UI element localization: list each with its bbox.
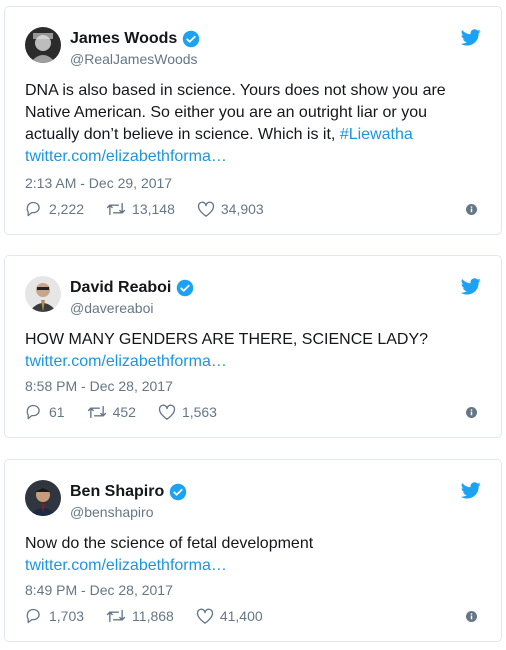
info-icon[interactable]: [466, 611, 477, 622]
like-count: 34,903: [220, 201, 264, 217]
reply-icon: [26, 201, 40, 217]
retweet-icon: [106, 609, 126, 623]
reply-count: 1,703: [49, 608, 85, 624]
like-button[interactable]: 1,563: [158, 404, 217, 420]
display-name[interactable]: David Reaboi: [70, 279, 171, 297]
reply-count: 61: [49, 404, 65, 420]
like-count: 41,400: [219, 608, 263, 624]
handle[interactable]: @benshapiro: [70, 504, 154, 520]
tweet-text: Now do the science of fetal development: [25, 535, 314, 552]
timestamp[interactable]: 8:49 PM - Dec 28, 2017: [25, 582, 173, 598]
avatar[interactable]: [25, 27, 61, 63]
retweet-count: 452: [112, 404, 136, 420]
info-icon[interactable]: [466, 204, 477, 215]
tweet-card[interactable]: Ben Shapiro @benshapiro Now do the scien…: [4, 459, 502, 642]
retweet-button[interactable]: 11,868: [106, 608, 174, 624]
avatar[interactable]: [25, 276, 61, 312]
like-count: 1,563: [181, 404, 217, 420]
retweet-button[interactable]: 452: [87, 404, 136, 420]
hashtag-link[interactable]: #Liewatha: [340, 126, 413, 143]
action-bar: 61 452 1,563: [25, 404, 239, 420]
timestamp[interactable]: 2:13 AM - Dec 29, 2017: [25, 175, 172, 191]
like-icon: [196, 608, 214, 624]
reply-icon: [26, 404, 40, 420]
tweet-link[interactable]: twitter.com/elizabethforma…: [25, 351, 227, 373]
tweet-card[interactable]: David Reaboi @davereaboi HOW MANY GENDER…: [4, 255, 502, 438]
reply-button[interactable]: 1,703: [25, 608, 84, 624]
reply-count: 2,222: [49, 201, 85, 217]
like-icon: [197, 201, 215, 217]
twitter-bird-icon[interactable]: [461, 278, 481, 295]
retweet-count: 13,148: [132, 201, 175, 217]
like-button[interactable]: 34,903: [197, 201, 264, 217]
verified-badge-icon: [183, 30, 200, 48]
tweet-link[interactable]: twitter.com/elizabethforma…: [25, 146, 227, 168]
twitter-bird-icon[interactable]: [461, 482, 481, 499]
retweet-icon: [87, 405, 106, 419]
reply-button[interactable]: 61: [25, 404, 65, 420]
tweet-text: DNA is also based in science. Yours does…: [25, 80, 481, 146]
avatar[interactable]: [25, 480, 61, 516]
reply-button[interactable]: 2,222: [25, 201, 84, 217]
handle[interactable]: @davereaboi: [70, 300, 154, 316]
verified-badge-icon: [169, 483, 187, 501]
reply-icon: [26, 608, 40, 624]
like-icon: [158, 404, 176, 420]
like-button[interactable]: 41,400: [196, 608, 263, 624]
twitter-bird-icon[interactable]: [461, 29, 481, 46]
info-icon[interactable]: [466, 407, 477, 418]
verified-badge-icon: [177, 279, 194, 297]
tweet-link[interactable]: twitter.com/elizabethforma…: [25, 555, 227, 577]
retweet-button[interactable]: 13,148: [106, 201, 175, 217]
handle[interactable]: @RealJamesWoods: [70, 51, 198, 67]
action-bar: 2,222 13,148 34,903: [25, 201, 286, 217]
retweet-count: 11,868: [132, 608, 174, 624]
action-bar: 1,703 11,868 41,400: [25, 608, 285, 624]
retweet-icon: [106, 202, 126, 216]
display-name[interactable]: Ben Shapiro: [70, 483, 164, 501]
timestamp[interactable]: 8:58 PM - Dec 28, 2017: [25, 378, 173, 394]
display-name[interactable]: James Woods: [70, 30, 177, 48]
tweet-text: HOW MANY GENDERS ARE THERE, SCIENCE LADY…: [25, 331, 429, 348]
tweet-card[interactable]: James Woods @RealJamesWoods DNA is also …: [4, 6, 502, 235]
